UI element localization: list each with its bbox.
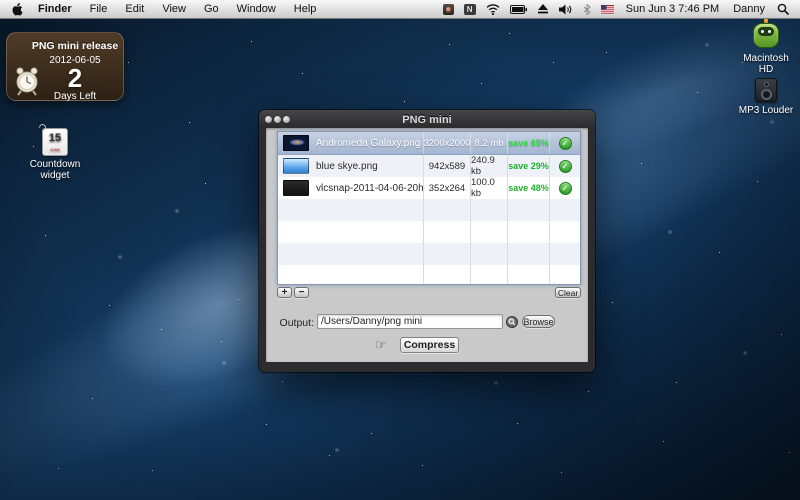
file-thumbnail xyxy=(283,135,309,151)
file-name: vlcsnap-2011-04-06-20h40m36s165.png xyxy=(316,183,424,194)
menu-bar: Finder File Edit View Go Window Help N S… xyxy=(0,0,800,19)
output-label: Output: xyxy=(276,317,314,329)
compress-button[interactable]: Compress xyxy=(400,337,459,353)
file-savings: save 48% xyxy=(508,183,549,193)
close-button[interactable] xyxy=(265,116,272,123)
bluetooth-icon[interactable] xyxy=(578,0,596,19)
menu-item-finder[interactable]: Finder xyxy=(29,0,81,19)
menu-item-go[interactable]: Go xyxy=(195,0,228,19)
file-thumbnail xyxy=(283,180,309,196)
table-row-empty xyxy=(278,265,580,285)
widget-days-number: 2 xyxy=(25,65,125,91)
window-titlebar[interactable]: PNG mini xyxy=(259,110,595,128)
file-name: Andromeda Galaxy.png xyxy=(316,138,420,149)
apple-menu[interactable] xyxy=(0,3,29,16)
magnifier-icon[interactable] xyxy=(506,316,518,328)
desktop-icon-mp3-louder[interactable]: MP3 Louder xyxy=(736,78,796,116)
clear-button[interactable]: Clear xyxy=(555,287,581,298)
countdown-widget-panel[interactable]: PNG mini release 2012-06-05 2 Days Left xyxy=(6,32,124,101)
desktop-icon-macintosh-hd[interactable]: Macintosh HD xyxy=(736,16,796,75)
app-badge-icon[interactable] xyxy=(438,0,459,19)
file-resolution: 352x264 xyxy=(429,183,465,194)
calendar-icon: 15 JUNE xyxy=(42,128,68,156)
png-mini-window: PNG mini Andromeda Galaxy.png 3200x2000 … xyxy=(259,110,595,372)
menu-item-view[interactable]: View xyxy=(153,0,195,19)
file-table[interactable]: Andromeda Galaxy.png 3200x2000 8.2 mb sa… xyxy=(277,131,581,285)
menu-item-edit[interactable]: Edit xyxy=(116,0,153,19)
user-menu[interactable]: Danny xyxy=(726,3,772,15)
macintosh-hd-icon xyxy=(751,16,781,50)
remove-file-button[interactable]: − xyxy=(294,287,309,298)
table-row[interactable]: Andromeda Galaxy.png 3200x2000 8.2 mb sa… xyxy=(278,132,580,155)
menu-item-file[interactable]: File xyxy=(81,0,117,19)
minimize-button[interactable] xyxy=(274,116,281,123)
menu-item-window[interactable]: Window xyxy=(228,0,285,19)
browse-button[interactable]: Browse xyxy=(522,315,555,328)
desktop: { "menu_bar": { "menus": ["Finder", "Fil… xyxy=(0,0,800,500)
file-resolution: 942x589 xyxy=(429,161,465,172)
battery-icon[interactable] xyxy=(505,0,532,19)
success-check-icon: ✓ xyxy=(559,137,572,150)
notes-badge-icon[interactable]: N xyxy=(459,0,481,19)
success-check-icon: ✓ xyxy=(559,182,572,195)
widget-caption: Days Left xyxy=(25,91,125,102)
menu-clock[interactable]: Sun Jun 3 7:46 PM xyxy=(619,3,727,15)
file-name: blue skye.png xyxy=(316,161,378,172)
icon-label: Macintosh xyxy=(736,53,796,64)
table-row[interactable]: blue skye.png 942x589 240.9 kb save 29% … xyxy=(278,155,580,177)
table-row[interactable]: vlcsnap-2011-04-06-20h40m36s165.png 352x… xyxy=(278,177,580,199)
table-row-empty xyxy=(278,243,580,265)
file-thumbnail xyxy=(283,158,309,174)
output-path-input[interactable] xyxy=(317,314,503,329)
file-size: 8.2 mb xyxy=(474,138,503,149)
icon-label: widget xyxy=(18,170,92,181)
zoom-button[interactable] xyxy=(283,116,290,123)
file-resolution: 3200x2000 xyxy=(424,138,471,149)
calendar-day: 15 xyxy=(43,133,67,144)
file-savings: save 29% xyxy=(508,161,549,171)
success-check-icon: ✓ xyxy=(559,160,572,173)
eject-icon[interactable] xyxy=(532,0,554,19)
file-size: 100.0 kb xyxy=(471,177,507,199)
icon-label: Countdown xyxy=(18,159,92,170)
file-savings: save 65% xyxy=(508,138,549,148)
table-row-empty xyxy=(278,221,580,243)
us-flag-icon[interactable] xyxy=(596,0,619,19)
menu-item-help[interactable]: Help xyxy=(285,0,326,19)
table-row-empty xyxy=(278,199,580,221)
window-title: PNG mini xyxy=(402,114,452,126)
widget-title: PNG mini release xyxy=(25,40,125,52)
speaker-icon xyxy=(755,78,777,102)
file-size: 240.9 kb xyxy=(471,155,507,177)
spotlight-icon[interactable] xyxy=(772,0,794,19)
icon-label: MP3 Louder xyxy=(736,105,796,116)
desktop-icon-countdown-widget[interactable]: 15 JUNE Countdown widget xyxy=(18,128,92,181)
volume-icon[interactable] xyxy=(554,0,578,19)
window-content: Andromeda Galaxy.png 3200x2000 8.2 mb sa… xyxy=(266,128,588,362)
add-file-button[interactable]: + xyxy=(277,287,292,298)
pointing-hand-icon: ☞ xyxy=(375,337,387,353)
wifi-icon[interactable] xyxy=(481,0,505,19)
icon-label: HD xyxy=(736,64,796,75)
